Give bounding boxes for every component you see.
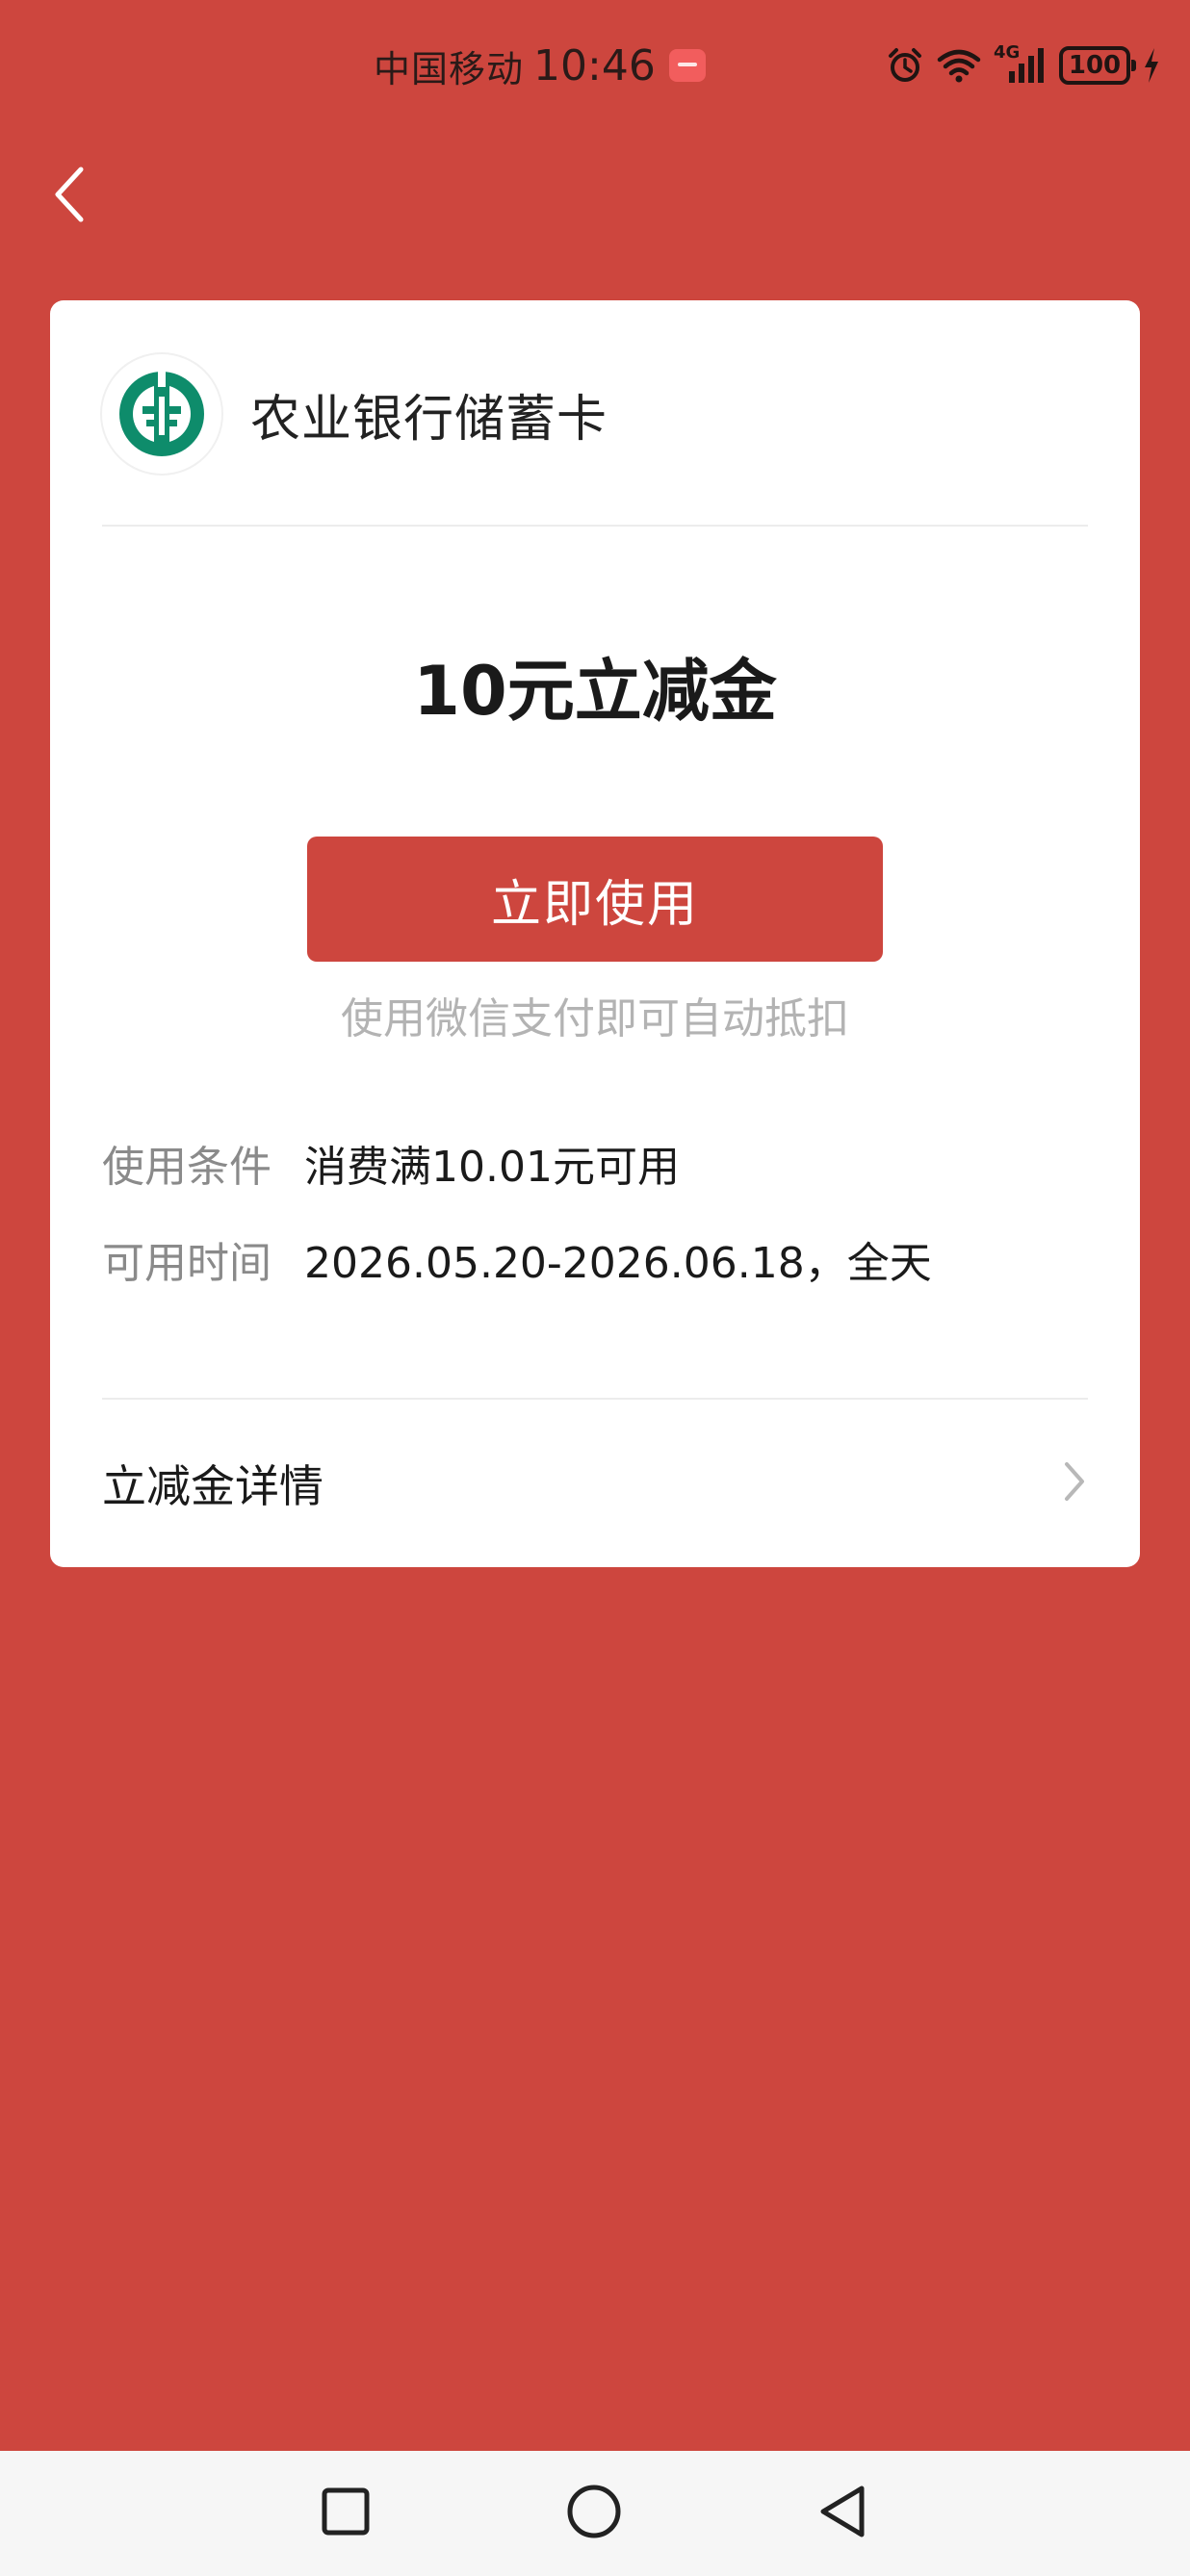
charging-icon — [1142, 46, 1161, 85]
coupon-title: 10元立减金 — [413, 652, 777, 731]
home-button[interactable] — [551, 2470, 637, 2557]
back-button[interactable] — [39, 158, 100, 235]
status-bar: 中国移动 10:46 4G 100 — [0, 0, 1190, 131]
abc-bank-logo-icon — [102, 354, 221, 474]
conditions-value: 消费满10.01元可用 — [304, 1143, 680, 1192]
header-divider — [102, 525, 1088, 527]
conditions-row: 使用条件 消费满10.01元可用 — [102, 1132, 1088, 1194]
nav-back-button[interactable] — [799, 2470, 886, 2557]
triangle-icon — [815, 2483, 869, 2544]
app-notification-icon — [668, 49, 706, 82]
details-label: 立减金详情 — [102, 1460, 323, 1512]
status-icons: 4G 100 — [886, 39, 1161, 92]
bank-name: 农业银行储蓄卡 — [250, 390, 608, 449]
clock: 10:46 — [533, 40, 656, 90]
card-header: 农业银行储蓄卡 — [102, 352, 1088, 476]
network-type: 4G — [994, 42, 1021, 63]
chevron-right-icon — [1061, 1458, 1088, 1508]
carrier-name: 中国移动 — [374, 47, 525, 90]
conditions-label: 使用条件 — [102, 1143, 272, 1192]
chevron-left-icon — [50, 164, 89, 229]
square-icon — [321, 2486, 371, 2540]
coupon-card: 农业银行储蓄卡 10元立减金 立即使用 使用微信支付即可自动抵扣 使用条件 消费… — [50, 300, 1140, 1567]
validity-value: 2026.05.20-2026.06.18，全天 — [304, 1239, 932, 1288]
battery-level: 100 — [1068, 51, 1122, 80]
recent-apps-button[interactable] — [302, 2470, 389, 2557]
validity-row: 可用时间 2026.05.20-2026.06.18，全天 — [102, 1228, 1088, 1290]
coupon-details-row[interactable]: 立减金详情 — [102, 1400, 1088, 1567]
system-nav-bar — [0, 2451, 1190, 2576]
alarm-icon — [886, 46, 924, 85]
wifi-icon — [936, 46, 982, 85]
use-now-button[interactable]: 立即使用 — [307, 837, 883, 962]
circle-icon — [565, 2483, 623, 2544]
use-hint: 使用微信支付即可自动抵扣 — [341, 994, 849, 1043]
signal-icon: 4G — [994, 42, 1048, 85]
battery-icon: 100 — [1059, 46, 1136, 85]
validity-label: 可用时间 — [102, 1239, 272, 1288]
status-center: 中国移动 10:46 — [374, 35, 706, 96]
